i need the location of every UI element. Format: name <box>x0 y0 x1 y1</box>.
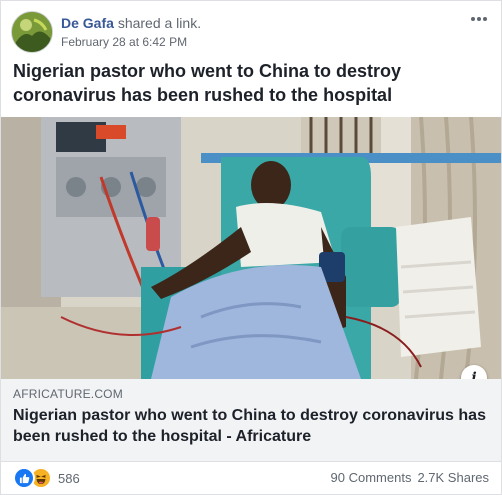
shares-count-link[interactable]: 2.7K Shares <box>417 470 489 485</box>
ellipsis-horizontal-icon <box>471 17 487 21</box>
author-name[interactable]: De Gafa <box>61 15 114 31</box>
reactions-summary[interactable]: 586 <box>13 467 80 489</box>
link-title[interactable]: Nigerian pastor who went to China to des… <box>13 405 491 447</box>
post-timestamp[interactable]: February 28 at 6:42 PM <box>61 35 187 49</box>
reaction-count: 586 <box>58 470 80 486</box>
comments-count-link[interactable]: 90 Comments <box>331 470 412 485</box>
author-avatar[interactable] <box>11 11 53 53</box>
link-meta: AFRICATURE.COM Nigerian pastor who went … <box>1 379 501 462</box>
engagement-counts: 90 Comments 2.7K Shares <box>331 470 489 485</box>
shared-link-card[interactable]: i AFRICATURE.COM Nigerian pastor who wen… <box>1 117 501 462</box>
feed-post: De Gafa shared a link. February 28 at 6:… <box>0 0 502 495</box>
post-footer: 586 90 Comments 2.7K Shares <box>1 461 501 494</box>
share-action-text: shared a link. <box>117 15 202 31</box>
post-message: Nigerian pastor who went to China to des… <box>13 61 402 105</box>
post-header: De Gafa shared a link. February 28 at 6:… <box>11 11 491 53</box>
more-options-button[interactable] <box>467 9 491 29</box>
like-icon <box>13 467 35 489</box>
link-domain: AFRICATURE.COM <box>13 387 123 401</box>
author-line: De Gafa shared a link. <box>61 15 201 31</box>
link-preview-image[interactable]: i <box>1 117 501 379</box>
